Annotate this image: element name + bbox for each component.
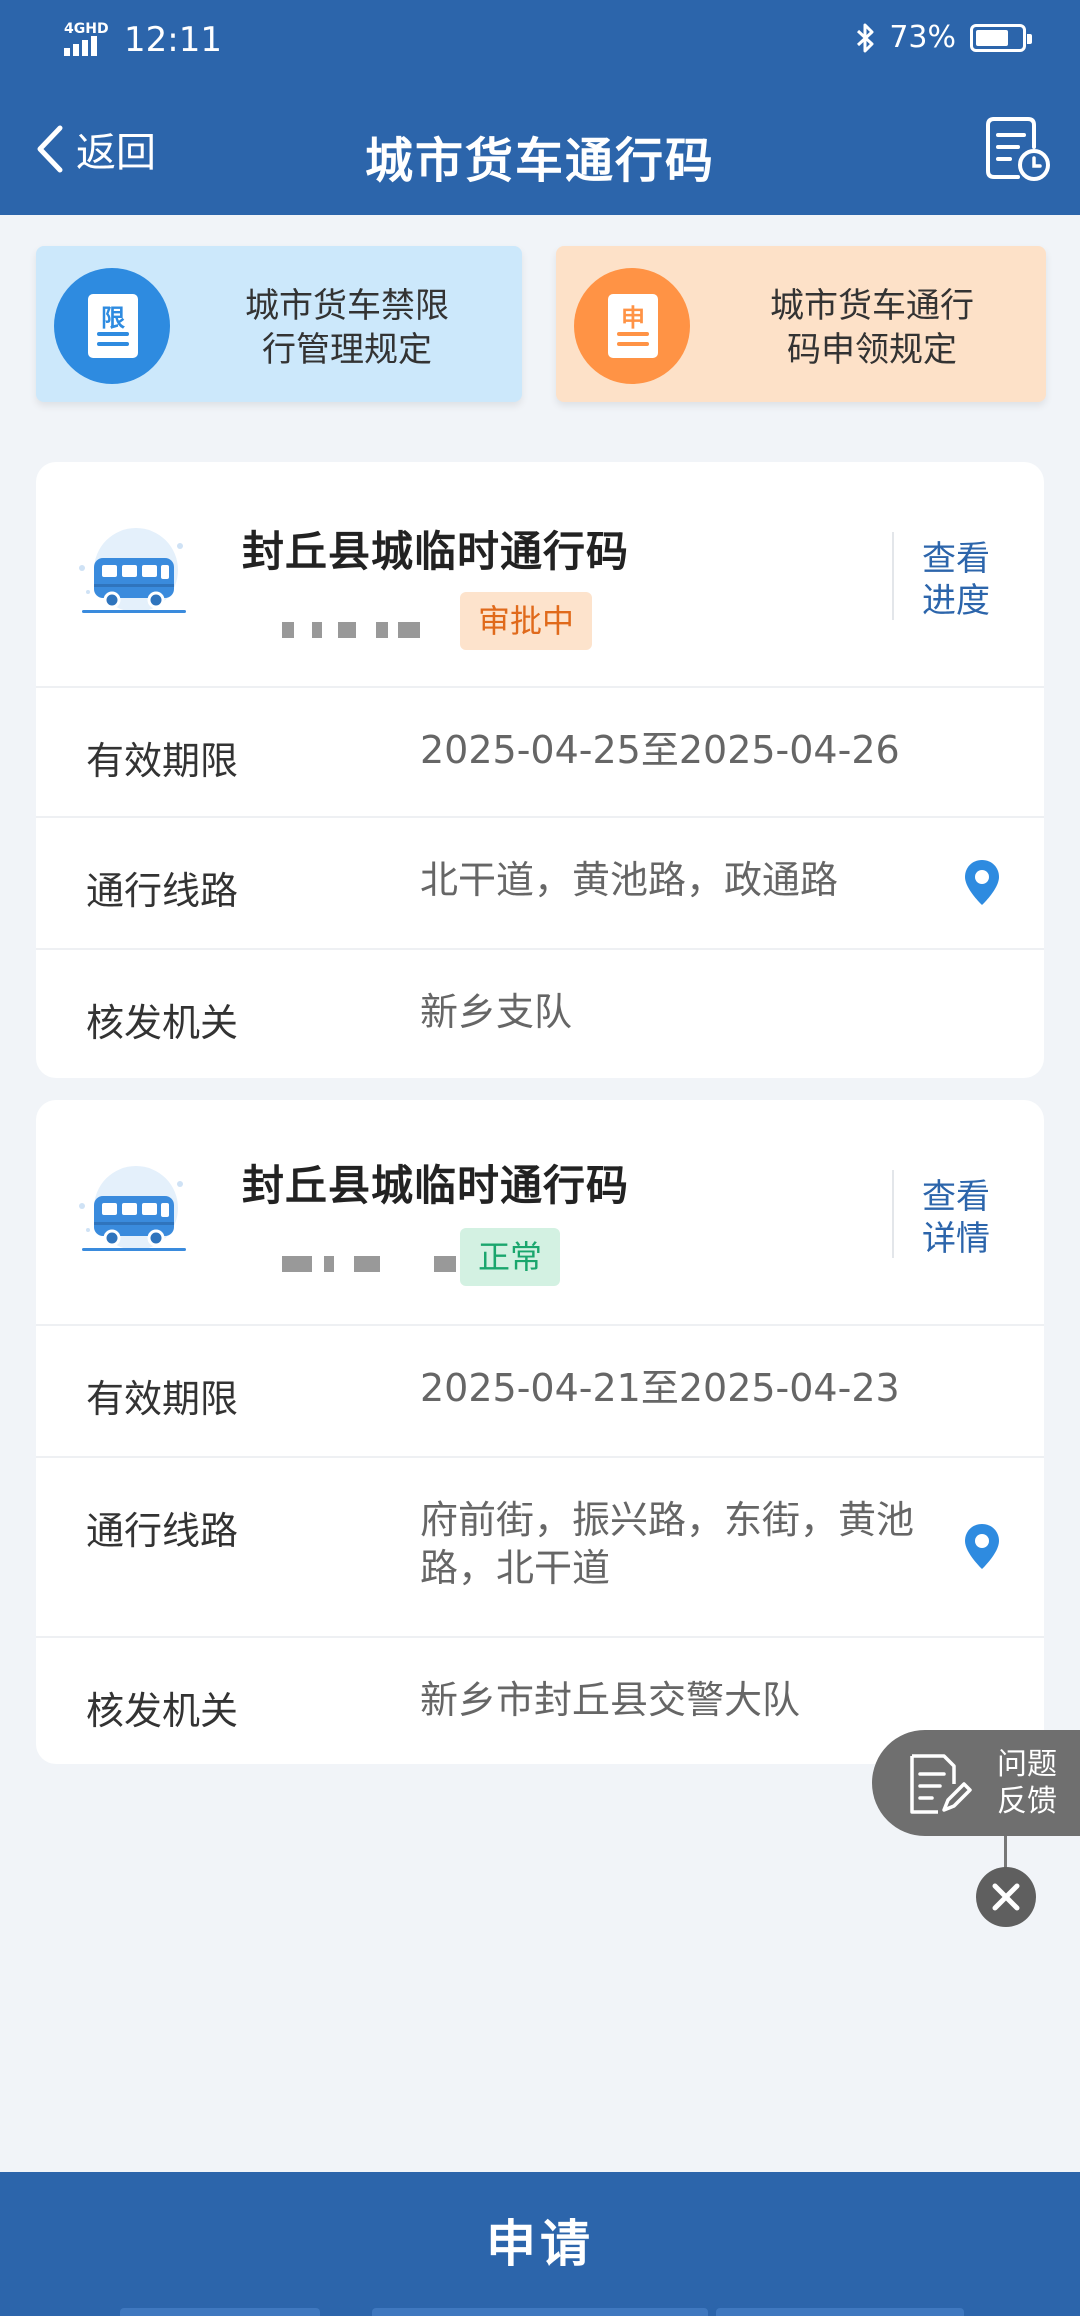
- permit-name: 封丘县城临时通行码: [242, 527, 630, 576]
- validity-value: 2025-04-21至2025-04-23: [420, 1366, 900, 1410]
- rule-card-restriction[interactable]: 限 城市货车禁限 行管理规定: [36, 246, 522, 402]
- feedback-button[interactable]: 问题 反馈: [872, 1730, 1080, 1836]
- validity-row: 有效期限 2025-04-21至2025-04-23: [36, 1326, 1044, 1458]
- app-header: 4GHD 12:11 73% 返回 城市货车通行码: [0, 0, 1080, 215]
- validity-value: 2025-04-25至2025-04-26: [420, 728, 900, 772]
- close-feedback-button[interactable]: [976, 1867, 1036, 1927]
- restriction-doc-icon: 限: [54, 268, 170, 384]
- permit-card: 封丘县城临时通行码 审批中 查看 进度 有效期限 2025-04-25至2025…: [36, 462, 1044, 1078]
- apply-button[interactable]: 申请: [0, 2172, 1080, 2316]
- feedback-edit-icon: [910, 1754, 972, 1814]
- application-doc-icon: 申: [574, 268, 690, 384]
- status-badge: 审批中: [460, 592, 593, 650]
- rule-card-application[interactable]: 申 城市货车通行 码申领规定: [556, 246, 1046, 402]
- route-row: 通行线路 北干道，黄池路，政通路: [36, 818, 1044, 950]
- nav-bar: 返回 城市货车通行码: [0, 85, 1080, 215]
- status-bar: 4GHD 12:11 73%: [0, 0, 1080, 85]
- bluetooth-icon: [857, 23, 874, 52]
- view-progress-button[interactable]: 查看 进度: [916, 538, 996, 622]
- feedback-label: 问题 反馈: [997, 1747, 1057, 1819]
- truck-icon: [79, 528, 186, 613]
- location-pin-icon[interactable]: [962, 858, 1002, 908]
- route-row: 通行线路 府前街，振兴路，东街，黄池路，北干道: [36, 1458, 1044, 1638]
- location-pin-icon[interactable]: [962, 1522, 1002, 1572]
- route-value: 府前街，振兴路，东街，黄池路，北干道: [420, 1498, 915, 1590]
- page-title: 城市货车通行码: [364, 133, 715, 189]
- permit-header: 封丘县城临时通行码 审批中 查看 进度: [36, 462, 1044, 688]
- rule-card-label: 城市货车通行 码申领规定: [770, 286, 974, 370]
- battery-icon: [970, 23, 1032, 52]
- view-details-button[interactable]: 查看 详情: [916, 1176, 996, 1260]
- permit-card: 封丘县城临时通行码 正常 查看 详情 有效期限 2025-04-21至2025-…: [36, 1100, 1044, 1764]
- route-value: 北干道，黄池路，政通路: [420, 858, 839, 902]
- signal-icon: 4GHD: [64, 22, 112, 62]
- close-icon: [992, 1883, 1020, 1911]
- permit-name: 封丘县城临时通行码: [242, 1161, 630, 1210]
- issuer-value: 新乡市封丘县交警大队: [420, 1678, 801, 1722]
- network-type: 4GHD: [64, 21, 109, 37]
- validity-row: 有效期限 2025-04-25至2025-04-26: [36, 688, 1044, 818]
- issuer-row: 核发机关 新乡支队: [36, 950, 1044, 1080]
- apply-label: 申请: [486, 2215, 594, 2273]
- permit-header: 封丘县城临时通行码 正常 查看 详情: [36, 1100, 1044, 1326]
- issuer-value: 新乡支队: [420, 990, 573, 1034]
- truck-icon: [79, 1166, 186, 1251]
- battery-percent: 73%: [889, 20, 956, 55]
- document-clock-icon[interactable]: [982, 113, 1052, 183]
- clock: 12:11: [124, 20, 222, 60]
- status-badge: 正常: [460, 1228, 561, 1286]
- rule-card-label: 城市货车禁限 行管理规定: [245, 286, 449, 370]
